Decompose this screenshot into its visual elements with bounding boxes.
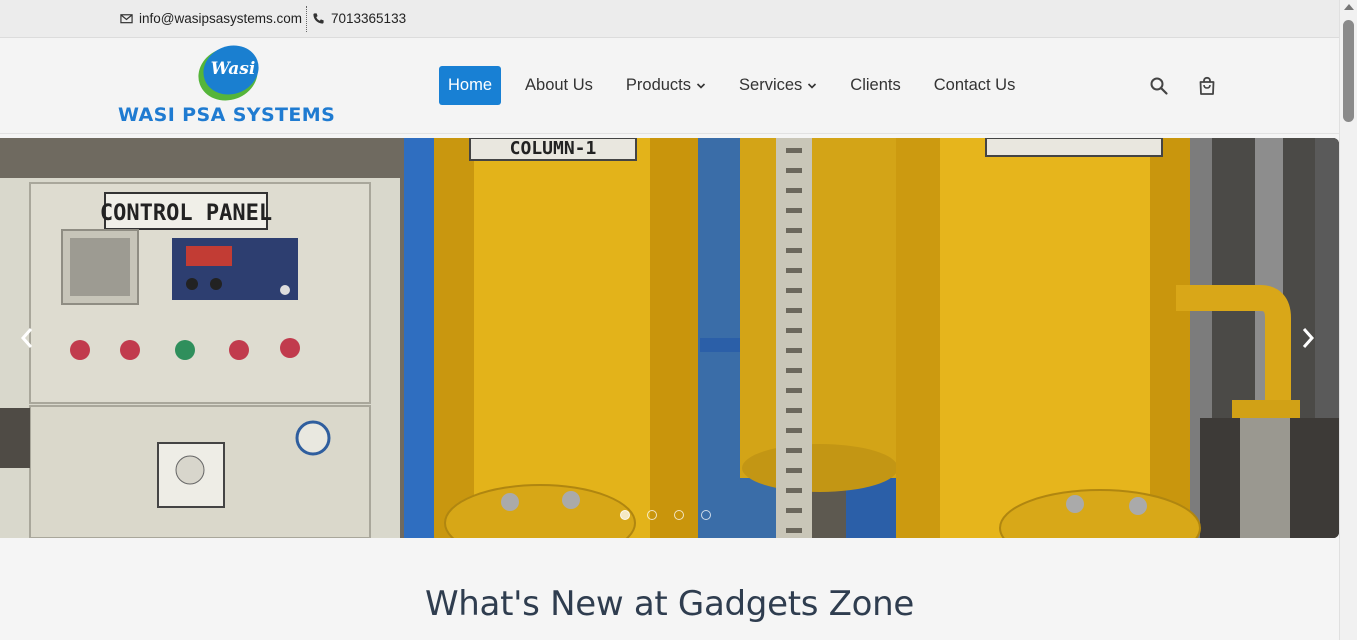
hero-slide-image: CONTROL PANEL COLUMN-1 — [0, 138, 1339, 538]
nav-services-label: Services — [739, 76, 803, 94]
nav-clients-label: Clients — [850, 76, 901, 94]
carousel-indicators — [620, 510, 728, 520]
scroll-up-icon[interactable] — [1344, 4, 1354, 10]
search-button[interactable] — [1147, 74, 1171, 98]
nav-products-label: Products — [625, 76, 692, 94]
chevron-down-icon — [696, 82, 706, 89]
nav-clients[interactable]: Clients — [841, 66, 909, 105]
page-scrollbar[interactable] — [1339, 0, 1357, 640]
email-link[interactable]: info@wasipsasystems.com — [120, 0, 302, 36]
chevron-down-icon — [808, 82, 817, 89]
section-title: What's New at Gadgets Zone — [424, 584, 915, 624]
phone-link[interactable]: 7013365133 — [312, 0, 406, 36]
carousel-dot-1[interactable] — [620, 510, 630, 520]
phone-icon — [313, 12, 324, 24]
carousel-dot-4[interactable] — [701, 510, 711, 520]
column-label: COLUMN-1 — [510, 138, 597, 159]
nav-products[interactable]: Products — [617, 66, 715, 105]
cable-tray — [776, 138, 812, 538]
nav-home[interactable]: Home — [439, 66, 502, 105]
control-panel-label: CONTROL PANEL — [100, 201, 272, 226]
nav-contact-us[interactable]: Contact Us — [925, 66, 1025, 105]
hero-carousel: CONTROL PANEL COLUMN-1 — [0, 138, 1339, 538]
carousel-next-button[interactable] — [1295, 322, 1321, 354]
carousel-dot-3[interactable] — [674, 510, 684, 520]
nav-home-label: Home — [448, 76, 493, 94]
email-text: info@wasipsasystems.com — [139, 10, 303, 26]
carousel-dot-2[interactable] — [647, 510, 657, 520]
scrollbar-thumb[interactable] — [1343, 20, 1354, 122]
search-icon — [1150, 77, 1168, 95]
yellow-tank-right — [896, 138, 1190, 538]
site-logo[interactable]: Wasi WASI PSA SYSTEMS — [118, 37, 348, 128]
nav-contact-label: Contact Us — [933, 76, 1016, 94]
nav-about-us[interactable]: About Us — [516, 66, 602, 105]
logo-wordmark: WASI PSA SYSTEMS — [118, 104, 336, 126]
mail-icon — [120, 13, 133, 23]
phone-text: 7013365133 — [331, 10, 407, 26]
shopping-bag-icon — [1199, 76, 1215, 95]
nav-services[interactable]: Services — [730, 66, 826, 105]
carousel-prev-button[interactable] — [14, 322, 40, 354]
logo-script-text: Wasi — [210, 59, 256, 79]
top-contact-bar: info@wasipsasystems.com 7013365133 — [0, 0, 1339, 38]
chevron-right-icon — [1302, 328, 1315, 348]
nav-about-label: About Us — [525, 76, 593, 94]
site-header: Wasi WASI PSA SYSTEMS Home About Us Prod… — [0, 37, 1339, 134]
cart-button[interactable] — [1195, 74, 1219, 98]
topbar-divider — [306, 6, 307, 32]
chevron-left-icon — [20, 328, 33, 348]
main-navigation: Home About Us Products Services Clients … — [439, 66, 1039, 105]
